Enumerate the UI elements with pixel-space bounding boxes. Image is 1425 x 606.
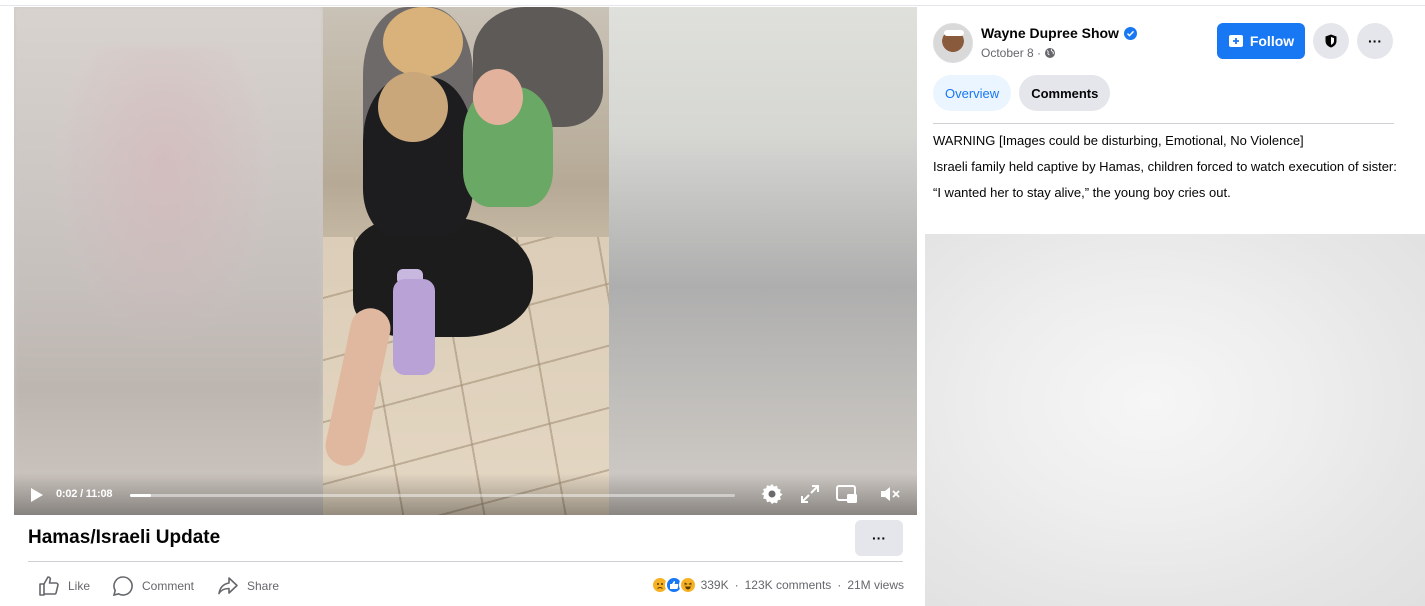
description-warning: WARNING [Images could be disturbing, Emo… [933, 133, 1304, 148]
comment-count[interactable]: 123K comments [745, 578, 832, 592]
post-more-button[interactable]: ··· [855, 520, 903, 556]
page: 0:02 / 11:08 Hamas/Israeli Update ··· Li… [0, 0, 1425, 606]
share-label: Share [247, 579, 280, 593]
mute-icon [881, 487, 900, 501]
post-sidebar: Wayne Dupree Show October 8 · Follow ···… [925, 7, 1425, 606]
follow-button[interactable]: Follow [1217, 23, 1305, 59]
tab-bar: Overview Comments [933, 75, 1111, 111]
pip-icon [836, 485, 857, 503]
video-blur-left [14, 7, 323, 515]
view-count: 21M views [847, 578, 904, 592]
follow-label: Follow [1249, 33, 1295, 49]
page-name-link[interactable]: Wayne Dupree Show [981, 25, 1137, 41]
reaction-icons[interactable] [650, 576, 697, 594]
figure-girl-hair [378, 72, 448, 142]
description-body: Israeli family held captive by Hamas, ch… [933, 159, 1397, 174]
post-title: Hamas/Israeli Update [28, 527, 221, 548]
shield-button[interactable] [1313, 23, 1349, 59]
play-icon [31, 488, 43, 502]
share-button[interactable]: Share [217, 574, 279, 598]
video-blur-right [609, 7, 917, 515]
video-time: 0:02 / 11:08 [56, 488, 113, 500]
video-controls: 0:02 / 11:08 [14, 473, 917, 515]
page-name: Wayne Dupree Show [981, 25, 1119, 41]
shield-icon [1325, 34, 1337, 48]
tab-overview[interactable]: Overview [933, 75, 1012, 111]
video-player[interactable]: 0:02 / 11:08 [14, 7, 917, 515]
fullscreen-button[interactable] [798, 482, 822, 506]
stats-separator: · [734, 578, 739, 592]
figure-boy-head [473, 69, 523, 125]
water-bottle [393, 279, 435, 375]
share-icon [218, 577, 238, 595]
divider [28, 561, 903, 562]
comment-icon [112, 576, 133, 597]
verified-icon [1123, 26, 1137, 40]
loading-placeholder [925, 234, 1425, 606]
play-button[interactable] [30, 487, 44, 503]
post-description: WARNING [Images could be disturbing, Emo… [933, 132, 1403, 210]
reaction-count[interactable]: 339K [701, 578, 729, 592]
progress-bar[interactable] [130, 494, 735, 497]
comment-button[interactable]: Comment [112, 574, 194, 598]
page-more-button[interactable]: ··· [1357, 23, 1393, 59]
haha-reaction-icon [678, 576, 697, 594]
like-icon [39, 576, 59, 596]
page-avatar[interactable] [933, 23, 973, 63]
fullscreen-icon [801, 485, 819, 503]
like-button[interactable]: Like [38, 574, 90, 598]
more-icon: ··· [1368, 33, 1382, 49]
post-date: October 8 · [981, 46, 1056, 60]
description-quote: “I wanted her to stay alive,” the young … [933, 185, 1231, 200]
pip-button[interactable] [835, 482, 859, 506]
top-edge [0, 0, 1425, 6]
stats-separator: · [837, 578, 842, 592]
figure-adult-hair [383, 7, 463, 77]
post-stats: 339K · 123K comments · 21M views [650, 576, 904, 594]
mute-button[interactable] [878, 482, 902, 506]
post-date-text[interactable]: October 8 · [981, 46, 1041, 60]
tab-comments[interactable]: Comments [1019, 75, 1111, 111]
progress-fill [130, 494, 152, 497]
settings-icon [761, 484, 783, 504]
comment-label: Comment [142, 579, 195, 593]
divider [933, 123, 1394, 124]
video-frame [321, 7, 609, 515]
globe-icon [1045, 48, 1056, 58]
settings-button[interactable] [760, 482, 784, 506]
follow-plus-icon [1228, 35, 1243, 47]
like-label: Like [68, 579, 91, 593]
